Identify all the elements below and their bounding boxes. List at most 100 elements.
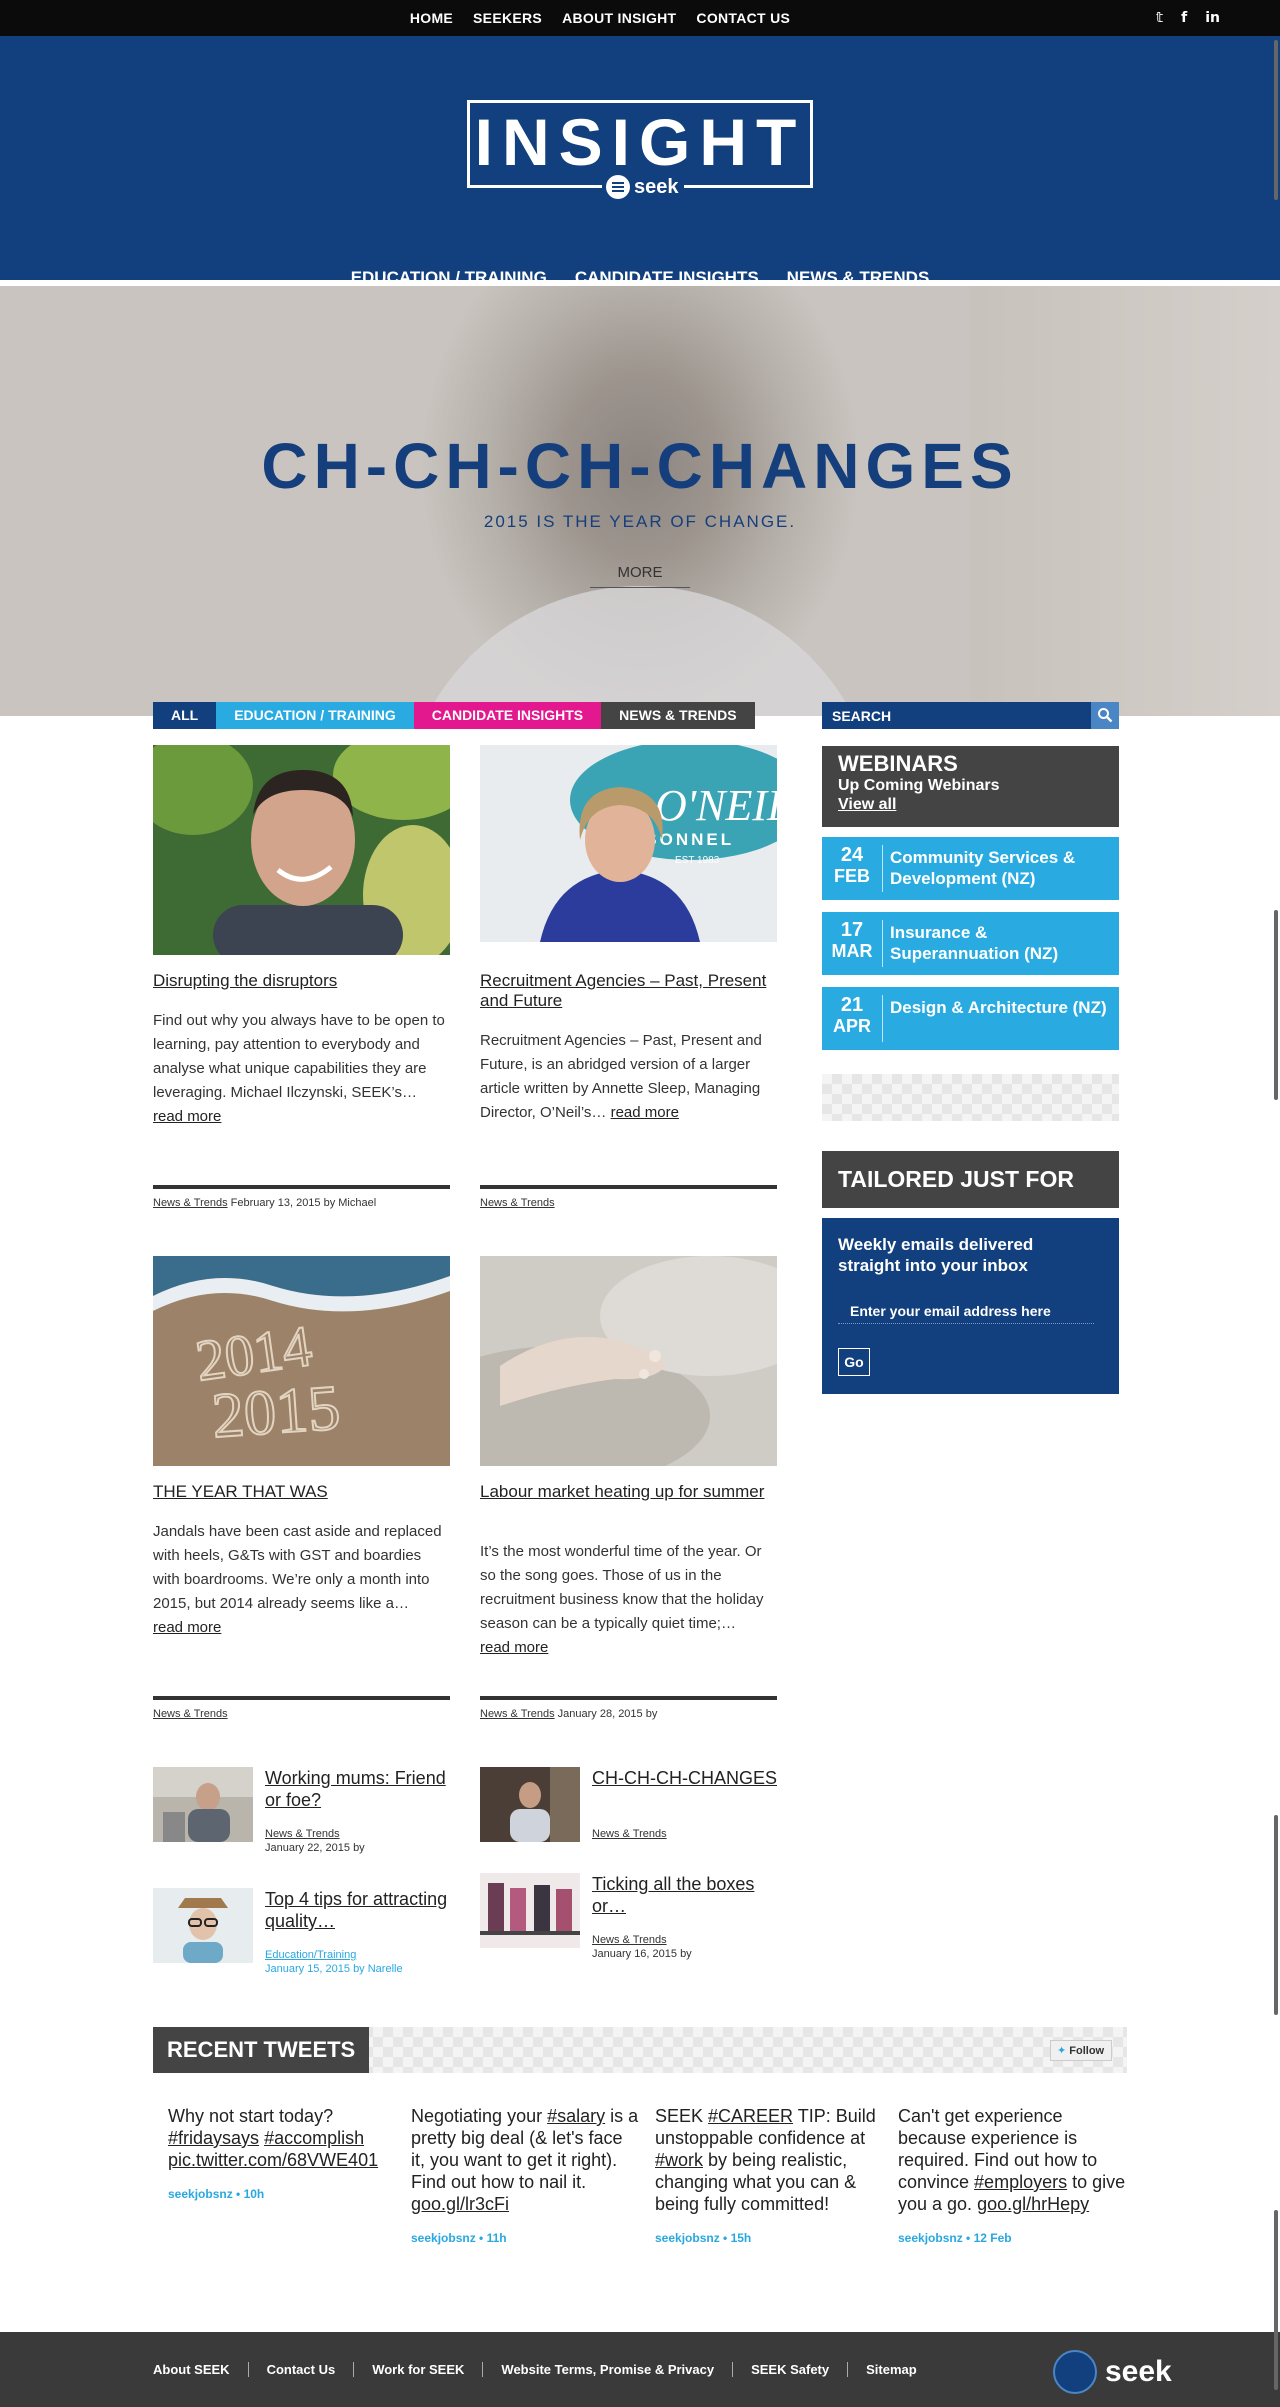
post-meta: Education/Training January 15, 2015 by N… xyxy=(265,1948,403,1976)
tweet-link[interactable]: #work xyxy=(655,2150,703,2170)
insight-logo[interactable]: INSIGHT seek xyxy=(467,100,813,201)
article-excerpt-text: Jandals have been cast aside and replace… xyxy=(153,1523,442,1612)
footer-link-terms[interactable]: Website Terms, Promise & Privacy xyxy=(482,2362,732,2377)
post-title[interactable]: Ticking all the boxes or… xyxy=(592,1873,777,1917)
tweet-link[interactable]: #accomplish xyxy=(264,2128,364,2148)
read-more-link[interactable]: read more xyxy=(480,1639,548,1656)
article-category-link[interactable]: News & Trends xyxy=(153,1197,228,1209)
post-title[interactable]: Top 4 tips for attracting quality… xyxy=(265,1888,450,1932)
read-more-link[interactable]: read more xyxy=(153,1108,221,1125)
article-divider xyxy=(480,1696,777,1700)
page-scrollbar[interactable] xyxy=(1272,0,1280,2407)
tweet-link[interactable]: goo.gl/lr3cFi xyxy=(411,2194,509,2214)
search-button[interactable] xyxy=(1091,702,1119,729)
tab-candidate-insights[interactable]: CANDIDATE INSIGHTS xyxy=(413,702,602,729)
read-more-link[interactable]: read more xyxy=(611,1104,679,1121)
webinar-item[interactable]: 21 APR Design & Architecture (NZ) xyxy=(822,987,1119,1050)
tailored-heading: TAILORED JUST FOR YOU xyxy=(822,1151,1119,1249)
article-category-link[interactable]: News & Trends xyxy=(480,1197,555,1209)
post-thumbnail[interactable] xyxy=(153,1767,253,1842)
scrollbar-thumb[interactable] xyxy=(1274,910,1278,1100)
go-button[interactable]: Go xyxy=(838,1348,870,1376)
article-image[interactable]: 2014 2015 xyxy=(153,1256,450,1466)
article-image[interactable]: O'NEILS RSONNEL EST 1983 xyxy=(480,745,777,942)
facebook-icon[interactable]: f xyxy=(1181,10,1187,26)
tweet-link[interactable]: pic.twitter.com/68VWE401 xyxy=(168,2150,378,2170)
post-category-link[interactable]: News & Trends xyxy=(592,1934,667,1946)
webinar-separator xyxy=(882,995,883,1042)
tweet-link[interactable]: #employers xyxy=(974,2172,1067,2192)
top-nav-about-insight[interactable]: ABOUT INSIGHT xyxy=(562,10,676,26)
article-title[interactable]: THE YEAR THAT WAS xyxy=(153,1482,450,1502)
tab-all[interactable]: ALL xyxy=(153,702,217,729)
tweet-text: Can't get experience because experience … xyxy=(898,2105,1128,2215)
article-excerpt: Find out why you always have to be open … xyxy=(153,1009,450,1129)
footer-link-contact-us[interactable]: Contact Us xyxy=(247,2362,354,2377)
scrollbar-thumb[interactable] xyxy=(1274,2210,1278,2390)
email-field[interactable] xyxy=(838,1298,1094,1324)
footer-link-seek-safety[interactable]: SEEK Safety xyxy=(732,2362,847,2377)
read-more-link[interactable]: read more xyxy=(153,1619,221,1636)
top-nav-contact-us[interactable]: CONTACT US xyxy=(696,10,790,26)
article-title[interactable]: Labour market heating up for summer xyxy=(480,1482,777,1502)
tweet-time: 11h xyxy=(486,2231,507,2245)
footer-seek-logo[interactable]: seek xyxy=(1053,2350,1172,2394)
tweet-link[interactable]: #CAREER xyxy=(708,2106,793,2126)
article-excerpt: It’s the most wonderful time of the year… xyxy=(480,1540,777,1660)
scrollbar-thumb[interactable] xyxy=(1274,40,1278,200)
footer-link-sitemap[interactable]: Sitemap xyxy=(847,2362,935,2377)
tab-education-training[interactable]: EDUCATION / TRAINING xyxy=(216,702,414,729)
twitter-bird-icon: ✦ xyxy=(1057,2044,1067,2057)
tweet-meta[interactable]: seekjobsnz • 15h xyxy=(655,2231,885,2245)
webinar-day: 17 xyxy=(840,919,864,941)
article-image[interactable] xyxy=(480,1256,777,1466)
scrollbar-thumb[interactable] xyxy=(1274,1815,1278,2015)
post-thumbnail[interactable] xyxy=(480,1873,580,1948)
tweet-link[interactable]: #salary xyxy=(547,2106,605,2126)
post-thumbnail[interactable] xyxy=(480,1767,580,1842)
webinar-name: Insurance & Superannuation (NZ) xyxy=(890,923,1059,963)
post-title[interactable]: CH-CH-CH-CHANGES xyxy=(592,1767,777,1789)
sand-text-bottom: 2015 xyxy=(210,1371,343,1451)
tweet-meta[interactable]: seekjobsnz • 12 Feb xyxy=(898,2231,1128,2245)
webinar-day: 24 xyxy=(840,844,864,866)
top-nav-seekers[interactable]: SEEKERS xyxy=(473,10,542,26)
webinar-month: FEB xyxy=(834,866,870,886)
tab-news-trends[interactable]: NEWS & TRENDS xyxy=(601,702,755,729)
article-category-link[interactable]: News & Trends xyxy=(480,1708,555,1720)
article-date: January 28, 2015 by xyxy=(554,1708,658,1720)
post-category-link[interactable]: Education/Training xyxy=(265,1949,356,1961)
tweet: Can't get experience because experience … xyxy=(898,2105,1128,2245)
footer-link-work-for-seek[interactable]: Work for SEEK xyxy=(353,2362,482,2377)
post-title[interactable]: Working mums: Friend or foe? xyxy=(265,1767,450,1811)
article-title[interactable]: Recruitment Agencies – Past, Present and… xyxy=(480,971,777,1011)
webinars-view-all-link[interactable]: View all xyxy=(838,795,1103,815)
tweet-link[interactable]: #fridaysays xyxy=(168,2128,259,2148)
post-category-link[interactable]: News & Trends xyxy=(592,1828,667,1840)
sign-text: O'NEILS xyxy=(655,781,777,830)
article-category-link[interactable]: News & Trends xyxy=(153,1708,228,1720)
article-title[interactable]: Disrupting the disruptors xyxy=(153,971,450,991)
post-category-link[interactable]: News & Trends xyxy=(265,1828,340,1840)
article-excerpt-text: Find out why you always have to be open … xyxy=(153,1012,445,1101)
top-nav-home[interactable]: HOME xyxy=(410,10,453,26)
article-image[interactable] xyxy=(153,745,450,955)
webinar-item[interactable]: 24 FEB Community Services & Development … xyxy=(822,837,1119,900)
webinars-heading: WEBINARS xyxy=(838,751,958,776)
twitter-icon[interactable]: 𝕥 xyxy=(1156,10,1163,26)
post-thumbnail[interactable] xyxy=(153,1888,253,1963)
linkedin-icon[interactable]: in xyxy=(1205,10,1220,26)
footer-link-about-seek[interactable]: About SEEK xyxy=(153,2362,248,2377)
seek-logo-text: seek xyxy=(1105,2355,1172,2388)
tweet-link[interactable]: goo.gl/hrHepy xyxy=(977,2194,1089,2214)
search-input[interactable] xyxy=(822,702,1090,729)
tweet-meta[interactable]: seekjobsnz • 10h xyxy=(168,2187,398,2201)
sign-est: EST 1983 xyxy=(675,855,720,866)
tweet-meta[interactable]: seekjobsnz • 11h xyxy=(411,2231,641,2245)
site-footer: About SEEK Contact Us Work for SEEK Webs… xyxy=(0,2332,1280,2407)
twitter-follow-button[interactable]: ✦ Follow xyxy=(1050,2040,1112,2061)
webinar-item[interactable]: 17 MAR Insurance & Superannuation (NZ) xyxy=(822,912,1119,975)
hero-more-button[interactable]: MORE xyxy=(590,564,690,588)
hero-person-image xyxy=(400,586,880,716)
hero-banner: CH-CH-CH-CHANGES 2015 IS THE YEAR OF CHA… xyxy=(0,286,1280,716)
